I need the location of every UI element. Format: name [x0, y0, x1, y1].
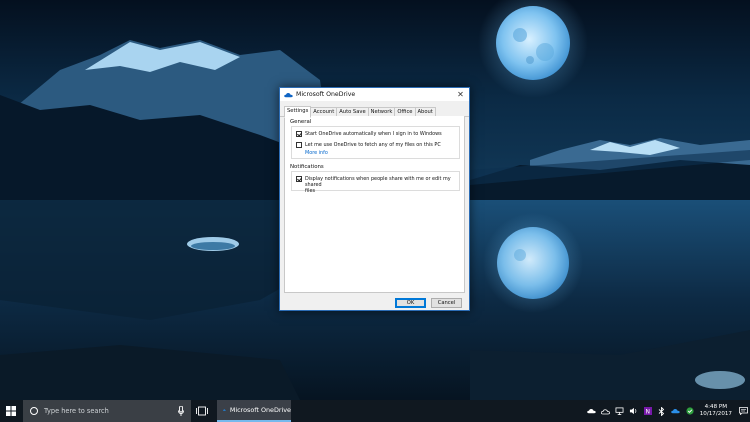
bluetooth-icon[interactable] — [657, 406, 666, 416]
taskbar-search-box[interactable]: Type here to search — [23, 400, 191, 422]
task-view-icon[interactable] — [196, 406, 208, 416]
share-notify-row: Display notifications when people share … — [296, 176, 459, 194]
settings-panel: General Start OneDrive automatically whe… — [284, 116, 465, 293]
action-center-button[interactable] — [736, 400, 750, 422]
tab-settings[interactable]: Settings — [284, 106, 312, 118]
system-tray: N 4:48 PM 10/17/2017 — [585, 400, 750, 422]
action-center-icon — [738, 407, 748, 415]
microphone-icon[interactable] — [178, 406, 184, 416]
start-auto-checkbox[interactable] — [296, 131, 302, 137]
taskbar: Type here to search Microsoft OneDrive N… — [0, 400, 750, 422]
onedrive-tray-icon[interactable] — [587, 407, 596, 416]
share-notify-checkbox[interactable] — [296, 176, 302, 182]
notifications-group-box: Display notifications when people share … — [291, 171, 460, 194]
fetch-files-row: Let me use OneDrive to fetch any of my f… — [296, 142, 441, 148]
security-icon[interactable] — [685, 407, 694, 416]
onenote-icon[interactable]: N — [643, 407, 652, 416]
weather-icon[interactable] — [601, 407, 611, 416]
share-notify-label: Display notifications when people share … — [305, 176, 459, 194]
close-icon[interactable]: ✕ — [455, 89, 466, 100]
volume-icon[interactable] — [629, 407, 638, 416]
fetch-files-checkbox[interactable] — [296, 142, 302, 148]
notifications-group: Notifications Display notifications when… — [290, 164, 460, 194]
cancel-button[interactable]: Cancel — [431, 298, 462, 308]
search-circle-icon — [30, 407, 38, 415]
taskbar-clock[interactable]: 4:48 PM 10/17/2017 — [700, 404, 732, 418]
general-group-label: General — [290, 119, 312, 125]
start-auto-row: Start OneDrive automatically when I sign… — [296, 131, 442, 137]
onedrive-cloud-icon — [223, 409, 226, 411]
start-button[interactable] — [0, 400, 22, 422]
dialog-titlebar[interactable]: Microsoft OneDrive ✕ — [280, 88, 469, 101]
onedrive-tray-icon-2[interactable] — [671, 407, 680, 416]
network-icon[interactable] — [615, 407, 624, 416]
ok-button[interactable]: OK — [395, 298, 426, 308]
onedrive-cloud-icon — [284, 92, 293, 97]
onedrive-settings-dialog: Microsoft OneDrive ✕ Settings Account Au… — [279, 87, 470, 311]
windows-logo-icon — [6, 406, 16, 416]
search-placeholder: Type here to search — [44, 407, 109, 415]
general-group: General Start OneDrive automatically whe… — [290, 119, 460, 159]
share-notify-label-line1: Display notifications when people share … — [305, 176, 451, 188]
share-notify-label-line2: files — [305, 188, 315, 194]
taskbar-app-label: Microsoft OneDrive — [229, 406, 291, 414]
svg-text:N: N — [645, 409, 650, 416]
clock-date: 10/17/2017 — [699, 411, 732, 417]
general-group-box: Start OneDrive automatically when I sign… — [291, 126, 460, 159]
dialog-title: Microsoft OneDrive — [296, 91, 356, 98]
notifications-group-label: Notifications — [290, 164, 324, 170]
taskbar-onedrive-app[interactable]: Microsoft OneDrive — [217, 400, 291, 422]
fetch-files-label: Let me use OneDrive to fetch any of my f… — [305, 142, 441, 148]
start-auto-label: Start OneDrive automatically when I sign… — [305, 131, 442, 137]
clock-time: 4:48 PM — [704, 404, 728, 410]
more-info-link[interactable]: More info — [305, 150, 328, 156]
